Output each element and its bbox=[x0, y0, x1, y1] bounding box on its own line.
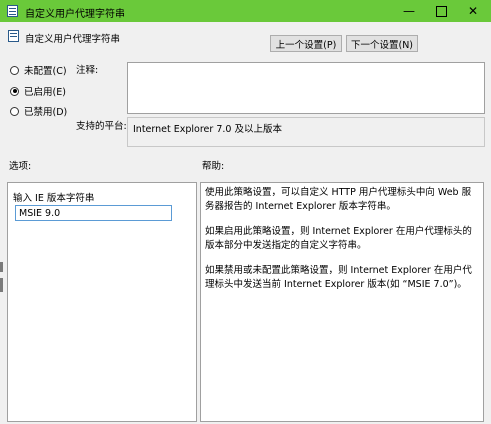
edge-marker bbox=[0, 262, 3, 272]
policy-icon bbox=[7, 5, 18, 17]
options-label: 选项: bbox=[9, 161, 32, 172]
help-label: 帮助: bbox=[202, 161, 225, 172]
maximize-icon bbox=[435, 5, 447, 17]
next-setting-button[interactable]: 下一个设置(N) bbox=[346, 35, 418, 52]
platform-label: 支持的平台: bbox=[76, 121, 127, 132]
close-icon: ✕ bbox=[467, 4, 479, 18]
ie-version-label: 输入 IE 版本字符串 bbox=[13, 193, 95, 204]
policy-icon bbox=[8, 30, 19, 42]
maximize-button[interactable] bbox=[425, 0, 457, 22]
comment-label: 注释: bbox=[76, 65, 99, 76]
radio-enabled[interactable]: 已启用(E) bbox=[10, 84, 66, 98]
radio-not-configured[interactable]: 未配置(C) bbox=[10, 63, 67, 77]
minimize-button[interactable]: — bbox=[393, 0, 425, 22]
window-title: 自定义用户代理字符串 bbox=[25, 9, 125, 20]
radio-indicator[interactable] bbox=[10, 86, 19, 96]
comment-textarea[interactable] bbox=[127, 62, 485, 114]
close-button[interactable]: ✕ bbox=[457, 0, 489, 22]
previous-setting-button[interactable]: 上一个设置(P) bbox=[270, 35, 342, 52]
radio-label: 未配置(C) bbox=[24, 66, 67, 77]
options-panel: 输入 IE 版本字符串 bbox=[7, 182, 197, 422]
radio-disabled[interactable]: 已禁用(D) bbox=[10, 104, 67, 118]
radio-label: 已启用(E) bbox=[24, 87, 66, 98]
radio-indicator[interactable] bbox=[10, 106, 19, 116]
radio-indicator[interactable] bbox=[10, 65, 19, 75]
ie-version-input[interactable] bbox=[15, 205, 172, 221]
help-paragraph: 如果启用此策略设置，则 Internet Explorer 在用户代理标头的版本… bbox=[205, 226, 472, 251]
radio-label: 已禁用(D) bbox=[24, 107, 68, 118]
minimize-icon: — bbox=[403, 4, 415, 18]
title-bar: 自定义用户代理字符串 — ✕ bbox=[0, 0, 491, 22]
help-panel: 使用此策略设置，可以自定义 HTTP 用户代理标头中向 Web 服务器报告的 I… bbox=[200, 182, 484, 422]
platform-value: Internet Explorer 7.0 及以上版本 bbox=[127, 117, 485, 147]
edge-marker bbox=[0, 278, 3, 292]
help-paragraph: 使用此策略设置，可以自定义 HTTP 用户代理标头中向 Web 服务器报告的 I… bbox=[205, 187, 472, 212]
page-title: 自定义用户代理字符串 bbox=[25, 34, 121, 45]
help-paragraph: 如果禁用或未配置此策略设置，则 Internet Explorer 在用户代理标… bbox=[205, 265, 472, 290]
